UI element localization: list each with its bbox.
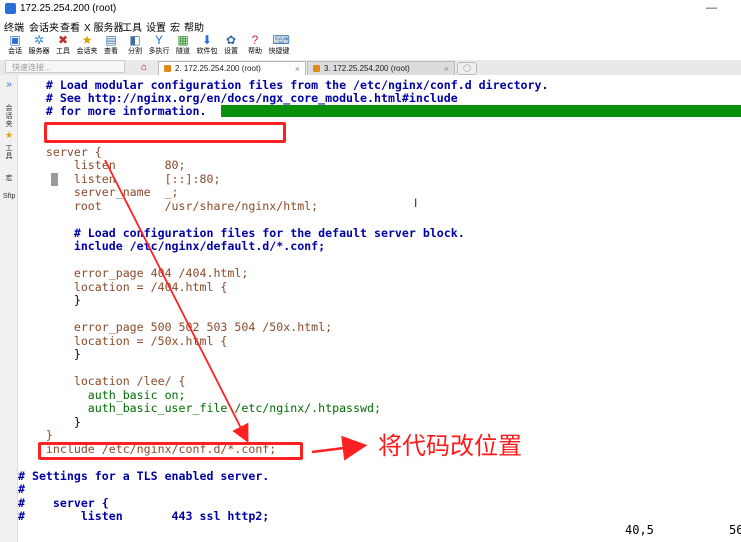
note-arrow xyxy=(311,435,368,461)
cursor-position: 40,5 xyxy=(625,523,654,537)
move-arrow xyxy=(104,159,249,443)
annotation-note: 将代码改位置 xyxy=(378,432,522,460)
scroll-percent: 56 xyxy=(729,523,741,537)
annotation-arrows xyxy=(104,159,368,461)
